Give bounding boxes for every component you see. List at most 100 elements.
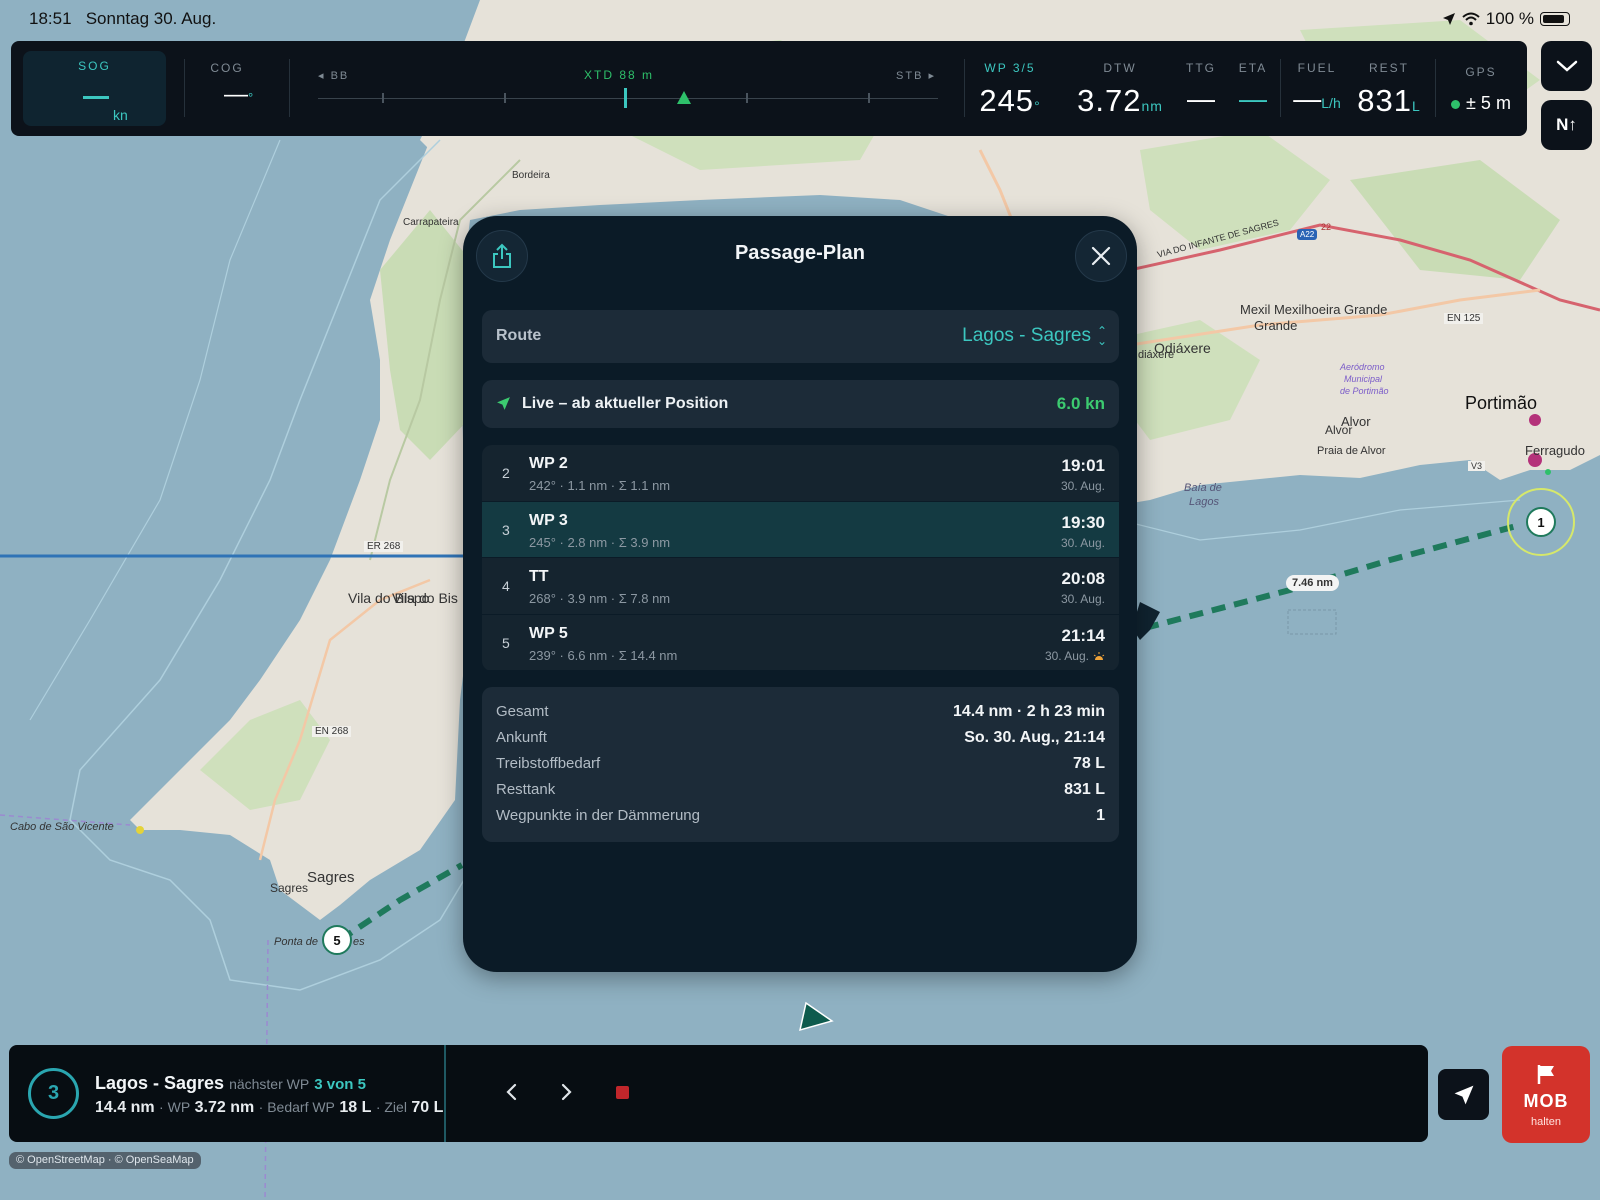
status-bar: 18:51 Sonntag 30. Aug. 100 % (0, 0, 1600, 36)
chevron-right-icon (561, 1083, 572, 1101)
next-waypoint-button[interactable] (551, 1077, 581, 1107)
north-up-button[interactable]: N↑ (1541, 100, 1592, 150)
fuel-unit: L/h (1321, 95, 1341, 111)
route-selector[interactable]: Route Lagos - Sagres ⌃ ⌄ (482, 310, 1119, 363)
sog-label: SOG (78, 59, 111, 73)
location-arrow-icon (497, 397, 510, 410)
summary-row-tank: Resttank 831 L (496, 781, 1105, 801)
summary-label: Treibstoffbedarf (496, 755, 601, 772)
cog-value: —° (224, 81, 253, 109)
gps-label: GPS (1465, 65, 1497, 79)
flag-icon (1537, 1065, 1554, 1084)
close-icon (1091, 246, 1111, 266)
xtd-center-marker (624, 88, 627, 108)
waypoint-row[interactable]: 5 WP 5 239° · 6.6 nm · Σ 14.4 nm 21:14 3… (482, 614, 1119, 671)
route-value: Lagos - Sagres (962, 325, 1091, 346)
waypoint-eta-date: 30. Aug. (1060, 479, 1105, 493)
rest-label: REST (1368, 61, 1409, 75)
waypoint-number: 4 (502, 578, 510, 594)
summary-value: So. 30. Aug., 21:14 (964, 729, 1105, 746)
wp-bearing-unit: ° (1034, 98, 1041, 114)
waypoint-row-active[interactable]: 3 WP 3 245° · 2.8 nm · Σ 3.9 nm 19:30 30… (482, 501, 1119, 558)
waypoint-detail: 268° · 3.9 nm · Σ 7.8 nm (529, 591, 671, 606)
fuel-instrument[interactable]: FUEL —L/h (1287, 61, 1347, 115)
status-indicators: 100 % (1442, 9, 1570, 29)
waypoint-eta-date: 30. Aug. (1060, 592, 1105, 606)
active-route-bar[interactable]: 3 Lagos - Sagres nächster WP 3 von 5 14.… (9, 1045, 1428, 1142)
summary-label: Wegpunkte in der Dämmerung (496, 807, 700, 824)
waypoint-row[interactable]: 4 TT 268° · 3.9 nm · Σ 7.8 nm 20:08 30. … (482, 558, 1119, 615)
rest-instrument[interactable]: REST 831L (1356, 61, 1422, 119)
live-label: Live – ab aktueller Position (522, 395, 729, 412)
mob-label: MOB (1523, 1091, 1569, 1111)
mob-button[interactable]: MOB halten (1502, 1046, 1590, 1143)
route-bar-target-label: · Ziel (375, 1099, 407, 1115)
fuel-number: — (1293, 83, 1322, 114)
locate-button[interactable] (1438, 1069, 1489, 1120)
route-bar-demand-value: 18 L (339, 1099, 372, 1116)
gps-accuracy: ± 5 m (1443, 93, 1519, 114)
waypoint-detail: 239° · 6.6 nm · Σ 14.4 nm (529, 647, 678, 663)
waypoint-detail: 245° · 2.8 nm · Σ 3.9 nm (529, 534, 671, 550)
xtd-tick (868, 93, 870, 103)
map-attribution[interactable]: © OpenStreetMap · © OpenSeaMap (9, 1152, 201, 1169)
gps-instrument[interactable]: GPS ± 5 m (1443, 61, 1519, 114)
eta-instrument[interactable]: ETA — (1233, 61, 1273, 115)
route-bar-wp-label: · WP (159, 1099, 191, 1115)
eta-value: — (1239, 83, 1267, 114)
divider (289, 59, 290, 117)
waypoint-row[interactable]: 2 WP 2 242° · 1.1 nm · Σ 1.1 nm 19:01 30… (482, 445, 1119, 502)
waypoint-eta-date: 30. Aug. (1044, 648, 1089, 663)
stop-navigation-button[interactable] (607, 1077, 637, 1107)
chevron-left-icon (506, 1083, 517, 1101)
divider (184, 59, 185, 117)
waypoint-detail: 242° · 1.1 nm · Σ 1.1 nm (529, 478, 671, 493)
waypoint-eta-date: 30. Aug. (1060, 535, 1105, 550)
route-label: Route (496, 327, 542, 344)
summary-row-total: Gesamt 14.4 nm · 2 h 23 min (496, 703, 1105, 723)
dtw-number: 3.72 (1077, 83, 1142, 118)
route-bar-target-value: 70 L (411, 1099, 444, 1116)
sog-instrument[interactable]: SOG kn (23, 51, 166, 126)
waypoint-eta-time: 19:30 (1061, 512, 1105, 532)
wp-bearing-label: WP 3/5 (984, 61, 1036, 75)
xtd-label: XTD 88 m (584, 68, 655, 82)
summary-value: 1 (1096, 807, 1105, 824)
chevron-up-down-icon: ⌃ ⌄ (1096, 324, 1107, 348)
waypoint-eta-time: 19:01 (1061, 456, 1105, 475)
ttg-label: TTG (1186, 61, 1216, 75)
ttg-instrument[interactable]: TTG — (1181, 61, 1221, 115)
collapse-button[interactable] (1541, 41, 1592, 91)
xtd-scale: ◂ BB XTD 88 m STB ▸ (306, 61, 946, 121)
cog-value-text: — (224, 81, 248, 108)
passage-summary: Gesamt 14.4 nm · 2 h 23 min Ankunft So. … (482, 687, 1119, 842)
divider (1280, 59, 1281, 117)
gps-status-dot (1451, 99, 1461, 109)
gps-accuracy-text: ± 5 m (1466, 93, 1511, 113)
wp-bearing-value: 245° (974, 83, 1046, 119)
divider (964, 59, 965, 117)
route-bar-demand-label: · Bedarf WP (258, 1099, 335, 1115)
dtw-instrument[interactable]: DTW 3.72nm (1065, 61, 1175, 119)
waypoint-eta-time: 21:14 (1061, 625, 1105, 645)
summary-row-twilight: Wegpunkte in der Dämmerung 1 (496, 807, 1105, 827)
wp-bearing-instrument[interactable]: WP 3/5 245° (974, 61, 1046, 119)
location-arrow-icon (1442, 13, 1455, 25)
close-button[interactable] (1075, 230, 1127, 282)
rest-value: 831L (1356, 83, 1422, 119)
cog-label: COG (210, 61, 244, 75)
passage-plan-modal: Passage-Plan Route Lagos - Sagres ⌃ ⌄ Liv… (463, 216, 1137, 972)
xtd-port-label: ◂ BB (318, 70, 350, 82)
cog-instrument[interactable]: COG (197, 61, 257, 75)
live-position-row[interactable]: Live – ab aktueller Position 6.0 kn (482, 380, 1119, 428)
summary-value: 78 L (1072, 755, 1105, 772)
stop-icon (615, 1085, 629, 1099)
waypoint-name: WP 2 (529, 455, 568, 472)
route-bar-next-wp-value: 3 von 5 (314, 1076, 366, 1093)
waypoint-number: 3 (502, 521, 510, 538)
fuel-value: —L/h (1287, 83, 1347, 115)
xtd-tick (746, 93, 748, 103)
previous-waypoint-button[interactable] (497, 1077, 527, 1107)
eta-label: ETA (1238, 61, 1268, 75)
waypoint-name: WP 5 (529, 624, 568, 642)
